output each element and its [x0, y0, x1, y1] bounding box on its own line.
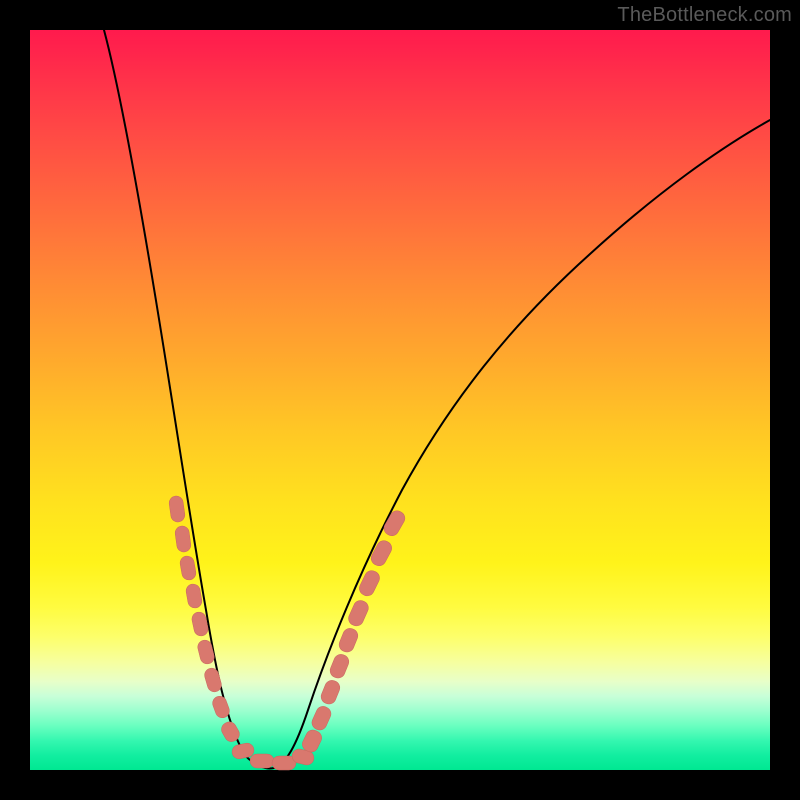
marker-dot: [168, 495, 185, 523]
plot-area: [30, 30, 770, 770]
marker-dot: [319, 678, 342, 706]
watermark-text: TheBottleneck.com: [617, 4, 792, 27]
marker-dot: [369, 538, 394, 568]
marker-dot: [196, 639, 215, 666]
marker-dot: [250, 754, 274, 768]
chart-svg: [30, 30, 770, 770]
marker-layer: [168, 495, 407, 770]
marker-dot: [185, 583, 203, 609]
marker-dot: [179, 555, 197, 581]
marker-dot: [328, 652, 351, 680]
marker-dot: [337, 626, 360, 654]
chart-stage: TheBottleneck.com: [0, 0, 800, 800]
marker-dot: [310, 704, 333, 732]
marker-dot: [346, 598, 370, 628]
marker-dot: [203, 667, 223, 694]
marker-dot: [174, 525, 191, 553]
